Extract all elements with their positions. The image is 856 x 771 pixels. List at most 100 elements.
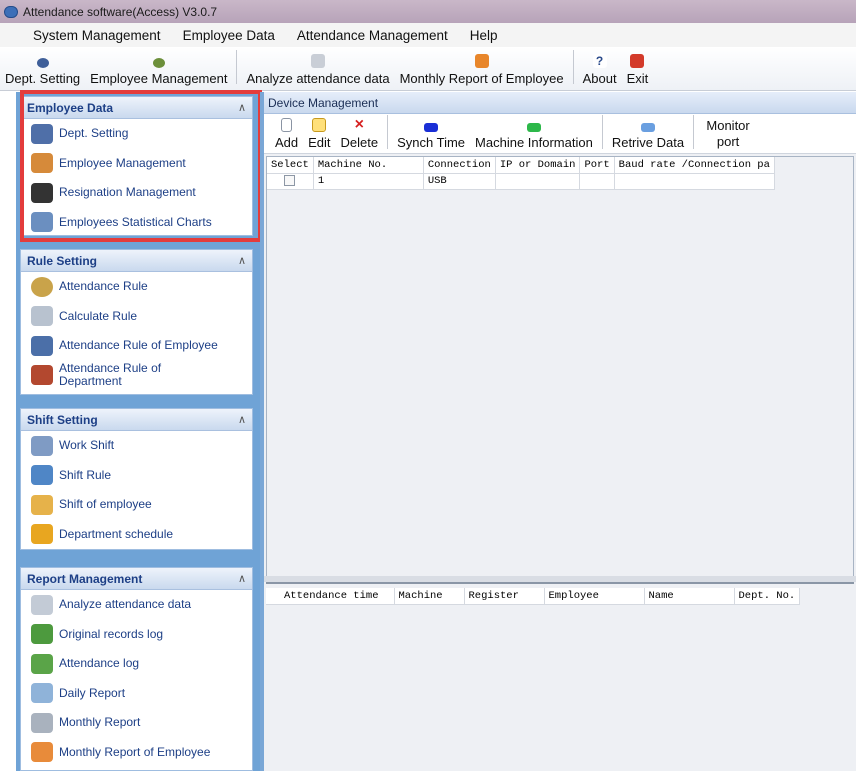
menu-system-management[interactable]: System Management xyxy=(33,28,161,43)
toolbar-label: Analyze attendance data xyxy=(246,71,390,86)
employee-shift-icon xyxy=(31,494,53,515)
column-header[interactable]: Baud rate /Connection pa xyxy=(614,157,775,174)
nav-resignation-management[interactable]: Resignation Management xyxy=(21,178,252,208)
records-grid: Attendance time Machine Register Employe… xyxy=(266,582,854,771)
device-toolbar: Add Edit × Delete Synch Time Machine Inf… xyxy=(264,114,856,154)
nav-employee-management[interactable]: Employee Management xyxy=(21,149,252,179)
nav-monthly-report[interactable]: Monthly Report xyxy=(21,708,252,738)
nav-label: Employee Management xyxy=(59,155,186,170)
group-header[interactable]: Shift Setting ∧ xyxy=(21,409,252,431)
toolbar-monthly-report-button[interactable]: Monthly Report of Employee xyxy=(395,54,569,86)
nav-calculate-rule[interactable]: Calculate Rule xyxy=(21,302,252,332)
toolbar-employee-management-button[interactable]: Employee Management xyxy=(85,58,232,86)
nav-shift-of-employee[interactable]: Shift of employee xyxy=(21,490,252,520)
nav-label: Monthly Report xyxy=(59,715,141,730)
group-header[interactable]: Rule Setting ∧ xyxy=(21,250,252,272)
group-header[interactable]: Report Management ∧ xyxy=(21,568,252,590)
collapse-icon[interactable]: ∧ xyxy=(238,101,246,114)
navigation-pane: Employee Data ∧ Dept. Setting Employee M… xyxy=(16,92,260,771)
toolbar-separator xyxy=(601,115,603,149)
menu-employee-data[interactable]: Employee Data xyxy=(183,28,275,43)
add-button[interactable]: Add xyxy=(270,118,303,150)
toolbar-about-button[interactable]: ? About xyxy=(578,54,622,86)
button-label: Monitor port xyxy=(706,118,750,149)
toolbar-dept-setting-button[interactable]: Dept. Setting xyxy=(0,58,85,86)
machine-information-button[interactable]: Machine Information xyxy=(470,123,598,150)
monitor-icon xyxy=(31,335,53,356)
synch-time-button[interactable]: Synch Time xyxy=(392,123,470,150)
column-header[interactable]: Dept. No. xyxy=(734,588,801,605)
schedule-icon xyxy=(31,524,53,545)
column-header[interactable]: Machine xyxy=(394,588,465,605)
panel-title: Device Management xyxy=(264,92,856,114)
group-title: Rule Setting xyxy=(27,253,98,268)
people-icon xyxy=(31,123,53,144)
help-icon: ? xyxy=(592,54,607,68)
menu-bar: System Management Employee Data Attendan… xyxy=(0,23,856,47)
collapse-icon[interactable]: ∧ xyxy=(238,413,246,426)
list-icon xyxy=(31,435,53,456)
select-cell[interactable] xyxy=(267,173,314,190)
button-label: Retrive Data xyxy=(611,135,685,150)
building-icon xyxy=(31,365,53,386)
collapse-icon[interactable]: ∧ xyxy=(238,254,246,267)
column-header[interactable]: Machine No. xyxy=(313,157,424,174)
menu-help[interactable]: Help xyxy=(470,28,498,43)
nav-attendance-log[interactable]: Attendance log xyxy=(21,649,252,679)
nav-original-records-log[interactable]: Original records log xyxy=(21,620,252,650)
collapse-icon[interactable]: ∧ xyxy=(238,572,246,585)
toolbar-analyze-button[interactable]: Analyze attendance data xyxy=(241,54,394,86)
delete-button[interactable]: × Delete xyxy=(336,116,384,151)
nav-label: Monthly Report of Employee xyxy=(59,744,211,759)
edit-button[interactable]: Edit xyxy=(303,118,335,150)
column-header[interactable]: Connection xyxy=(423,157,496,174)
toolbar-label: Monthly Report of Employee xyxy=(399,71,564,86)
employee-icon xyxy=(152,58,165,68)
column-header[interactable]: Port xyxy=(579,157,615,174)
nav-label: Attendance log xyxy=(59,656,140,671)
nav-dept-setting[interactable]: Dept. Setting xyxy=(21,119,252,149)
group-title: Report Management xyxy=(27,571,143,586)
button-label: Delete xyxy=(340,135,379,150)
nav-work-shift[interactable]: Work Shift xyxy=(21,431,252,461)
select-checkbox[interactable] xyxy=(284,174,296,186)
monthly-report-icon xyxy=(31,712,53,733)
nav-label: Analyze attendance data xyxy=(59,597,192,612)
toolbar-label: About xyxy=(582,71,617,86)
nav-department-schedule[interactable]: Department schedule xyxy=(21,520,252,550)
nav-attendance-rule-employee[interactable]: Attendance Rule of Employee xyxy=(21,331,252,361)
toolbar-label: Exit xyxy=(626,71,649,86)
report-icon xyxy=(474,54,489,68)
group-shift-setting: Shift Setting ∧ Work Shift Shift Rule Sh… xyxy=(20,408,253,550)
column-header[interactable]: Name xyxy=(644,588,735,605)
monitor-port-button[interactable]: Monitor port xyxy=(698,118,758,150)
nav-analyze-attendance-data[interactable]: Analyze attendance data xyxy=(21,590,252,620)
nav-shift-rule[interactable]: Shift Rule xyxy=(21,461,252,491)
nav-statistical-charts[interactable]: Employees Statistical Charts xyxy=(21,208,252,238)
column-header[interactable]: Select xyxy=(267,157,314,174)
nav-attendance-rule-department[interactable]: Attendance Rule of Department xyxy=(21,361,252,391)
nav-label: Dept. Setting xyxy=(59,126,129,141)
menu-attendance-management[interactable]: Attendance Management xyxy=(297,28,448,43)
toolbar-exit-button[interactable]: Exit xyxy=(622,54,654,86)
new-file-icon xyxy=(281,118,293,132)
nav-daily-report[interactable]: Daily Report xyxy=(21,679,252,709)
delete-icon: × xyxy=(354,116,364,133)
button-label: Add xyxy=(275,135,299,150)
toolbar-separator xyxy=(693,115,695,149)
clock-icon xyxy=(31,276,53,297)
retrieve-icon xyxy=(640,123,655,132)
chart-icon xyxy=(31,212,53,233)
button-label: Edit xyxy=(308,135,331,150)
column-header[interactable]: Employee xyxy=(544,588,645,605)
column-header[interactable]: IP or Domain xyxy=(495,157,581,174)
column-header[interactable]: Attendance time xyxy=(266,588,395,605)
group-header[interactable]: Employee Data ∧ xyxy=(21,97,252,119)
people-icon xyxy=(36,58,49,68)
ip-cell xyxy=(495,173,581,190)
column-header[interactable]: Register xyxy=(464,588,545,605)
retrive-data-button[interactable]: Retrive Data xyxy=(607,123,689,150)
nav-attendance-rule[interactable]: Attendance Rule xyxy=(21,272,252,302)
nav-monthly-report-employee[interactable]: Monthly Report of Employee xyxy=(21,738,252,768)
table-row[interactable]: 1 USB xyxy=(267,173,775,190)
